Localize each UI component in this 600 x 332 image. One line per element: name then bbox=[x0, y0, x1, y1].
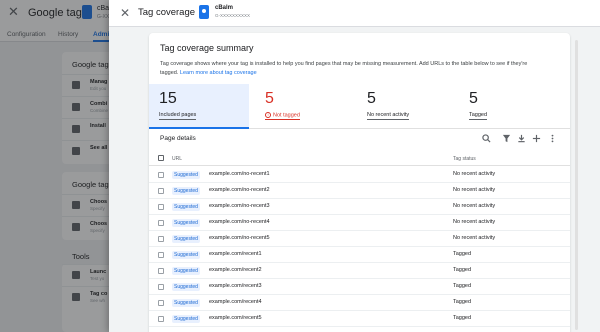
row-url: example.com/recent5 bbox=[209, 315, 262, 321]
suggested-chip: Suggested bbox=[172, 171, 200, 179]
page-details-toolbar: Page details bbox=[149, 130, 570, 149]
column-header-url[interactable]: URL bbox=[172, 156, 182, 162]
row-status: No recent activity bbox=[453, 219, 496, 225]
warning-icon: ! bbox=[265, 112, 271, 118]
row-checkbox[interactable] bbox=[158, 252, 164, 258]
row-url: example.com/no-recent5 bbox=[209, 235, 270, 241]
row-checkbox[interactable] bbox=[158, 284, 164, 290]
suggested-chip: Suggested bbox=[172, 315, 200, 323]
row-status: No recent activity bbox=[453, 187, 496, 193]
scrollbar[interactable] bbox=[575, 40, 578, 330]
row-checkbox[interactable] bbox=[158, 236, 164, 242]
table-row[interactable]: Suggested example.com/recent1 Tagged bbox=[149, 247, 570, 263]
table-row[interactable]: Suggested example.com/no-recent1 No rece… bbox=[149, 167, 570, 183]
add-icon[interactable] bbox=[531, 134, 541, 144]
row-checkbox[interactable] bbox=[158, 172, 164, 178]
page-details-title: Page details bbox=[160, 135, 196, 142]
suggested-chip: Suggested bbox=[172, 267, 200, 275]
filter-icon[interactable] bbox=[501, 134, 511, 144]
table-row[interactable]: Suggested example.com/recent2 Tagged bbox=[149, 263, 570, 279]
row-status: Tagged bbox=[453, 299, 472, 305]
table-row[interactable]: Suggested example.com/recent3 Tagged bbox=[149, 279, 570, 295]
learn-more-link[interactable]: Learn more about tag coverage bbox=[180, 70, 257, 76]
row-status: Tagged bbox=[453, 283, 472, 289]
more-vert-icon[interactable] bbox=[547, 134, 557, 144]
summary-stats: 15 Included pages 5 ! Not tagged 5 No rec… bbox=[149, 84, 570, 129]
row-status: Tagged bbox=[453, 267, 472, 273]
row-url: example.com/no-recent3 bbox=[209, 203, 270, 209]
page-details-table: Suggested example.com/no-recent1 No rece… bbox=[149, 167, 570, 327]
select-all-checkbox[interactable] bbox=[158, 155, 164, 161]
row-checkbox[interactable] bbox=[158, 188, 164, 194]
table-row[interactable]: Suggested example.com/recent4 Tagged bbox=[149, 295, 570, 311]
row-status: Tagged bbox=[453, 315, 472, 321]
row-url: example.com/recent3 bbox=[209, 283, 262, 289]
download-icon[interactable] bbox=[516, 134, 526, 144]
drawer-title: Tag coverage bbox=[138, 7, 196, 18]
row-url: example.com/no-recent4 bbox=[209, 219, 270, 225]
close-icon[interactable]: ✕ bbox=[118, 6, 132, 20]
table-header: URL Tag status bbox=[149, 151, 570, 166]
account-name: cBalm bbox=[215, 5, 234, 11]
row-checkbox[interactable] bbox=[158, 220, 164, 226]
stat-not-tagged[interactable]: 5 ! Not tagged bbox=[255, 84, 355, 129]
row-url: example.com/no-recent1 bbox=[209, 171, 270, 177]
suggested-chip: Suggested bbox=[172, 187, 200, 195]
account-id: G-XXXXXXXXXX bbox=[215, 13, 251, 18]
row-checkbox[interactable] bbox=[158, 300, 164, 306]
suggested-chip: Suggested bbox=[172, 283, 200, 291]
row-url: example.com/recent4 bbox=[209, 299, 262, 305]
table-row[interactable]: Suggested example.com/no-recent5 No rece… bbox=[149, 231, 570, 247]
row-url: example.com/recent1 bbox=[209, 251, 262, 257]
row-status: No recent activity bbox=[453, 203, 496, 209]
stat-no-recent-activity[interactable]: 5 No recent activity bbox=[357, 84, 457, 129]
row-status: No recent activity bbox=[453, 235, 496, 241]
stat-tagged[interactable]: 5 Tagged bbox=[459, 84, 559, 129]
row-status: No recent activity bbox=[453, 171, 496, 177]
tag-coverage-panel: Tag coverage summary Tag coverage shows … bbox=[149, 33, 570, 332]
table-row[interactable]: Suggested example.com/no-recent4 No rece… bbox=[149, 215, 570, 231]
drawer-header: ✕ Tag coverage cBalm G-XXXXXXXXXX bbox=[109, 0, 600, 27]
stat-included-pages[interactable]: 15 Included pages bbox=[149, 84, 249, 129]
table-row[interactable]: Suggested example.com/recent5 Tagged bbox=[149, 311, 570, 327]
table-row[interactable]: Suggested example.com/no-recent3 No rece… bbox=[149, 199, 570, 215]
row-checkbox[interactable] bbox=[158, 268, 164, 274]
suggested-chip: Suggested bbox=[172, 299, 200, 307]
row-checkbox[interactable] bbox=[158, 204, 164, 210]
tag-coverage-drawer: ✕ Tag coverage cBalm G-XXXXXXXXXX Tag co… bbox=[109, 0, 600, 332]
suggested-chip: Suggested bbox=[172, 219, 200, 227]
row-status: Tagged bbox=[453, 251, 472, 257]
row-url: example.com/no-recent2 bbox=[209, 187, 270, 193]
suggested-chip: Suggested bbox=[172, 235, 200, 243]
row-checkbox[interactable] bbox=[158, 316, 164, 322]
google-tag-icon bbox=[199, 5, 209, 19]
suggested-chip: Suggested bbox=[172, 251, 200, 259]
summary-description: Tag coverage shows where your tag is ins… bbox=[160, 61, 528, 76]
search-icon[interactable] bbox=[481, 134, 491, 144]
row-url: example.com/recent2 bbox=[209, 267, 262, 273]
column-header-tag-status[interactable]: Tag status bbox=[453, 156, 476, 162]
table-row[interactable]: Suggested example.com/no-recent2 No rece… bbox=[149, 183, 570, 199]
suggested-chip: Suggested bbox=[172, 203, 200, 211]
summary-title: Tag coverage summary bbox=[160, 43, 254, 53]
